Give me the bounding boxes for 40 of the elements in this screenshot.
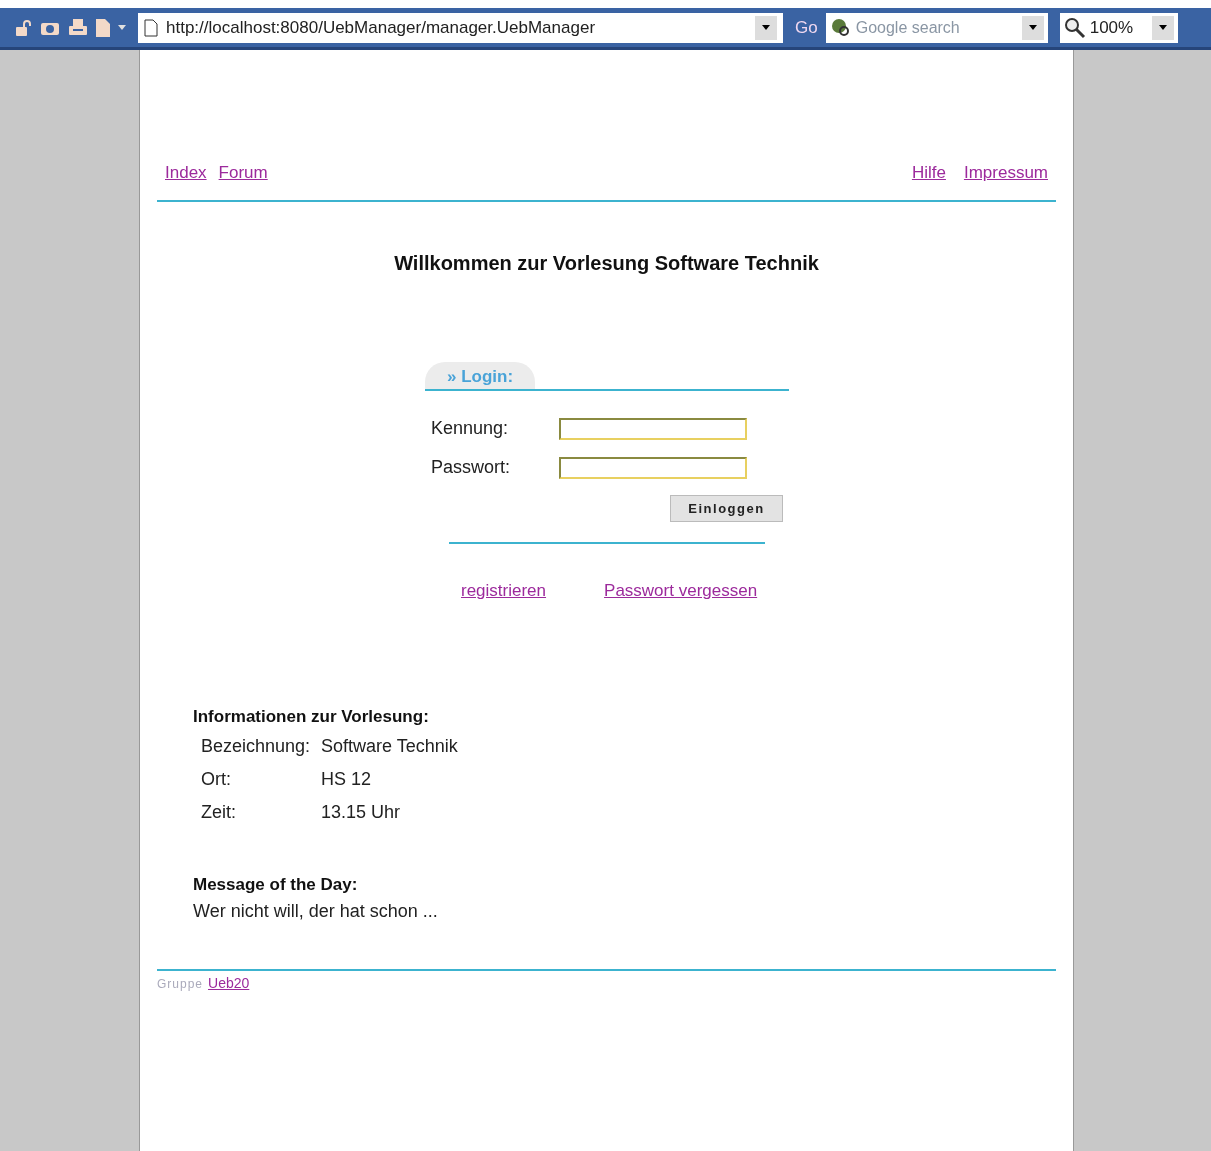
- search-field[interactable]: Google search: [855, 12, 1022, 43]
- zoom-level: 100%: [1089, 16, 1135, 39]
- section-title: Message of the Day:: [193, 874, 359, 896]
- section-title: Informationen zur Vorlesung:: [193, 705, 430, 728]
- info-label: Ort:: [201, 768, 232, 791]
- caret-icon: [1158, 25, 1167, 30]
- info-label: Bezeichnung:: [201, 735, 312, 758]
- dropdown-button[interactable]: [1021, 15, 1044, 40]
- caret-icon: [762, 25, 770, 30]
- dropdown-button[interactable]: [755, 15, 777, 40]
- dropdown-button[interactable]: [1151, 15, 1174, 40]
- link[interactable]: Passwort vergessen: [604, 578, 758, 604]
- footer-link[interactable]: Ueb20: [208, 972, 250, 994]
- unlock-icon[interactable]: [14, 18, 32, 37]
- page-heading: Willkommen zur Vorlesung Software Technik: [393, 250, 820, 276]
- go-button[interactable]: Go: [791, 14, 822, 41]
- login-button[interactable]: Einloggen: [670, 495, 783, 522]
- nav-link[interactable]: Hilfe: [911, 160, 946, 186]
- input-field[interactable]: [559, 417, 747, 440]
- globe-search-icon[interactable]: [829, 16, 852, 39]
- document-icon[interactable]: [96, 18, 110, 37]
- info-value: 13.15 Uhr: [321, 801, 401, 824]
- message-text: Wer nicht will, der hat schon ...: [193, 899, 439, 923]
- info-value: HS 12: [321, 768, 372, 791]
- caret-icon: [1028, 25, 1037, 30]
- print-icon[interactable]: [68, 17, 88, 38]
- address-field[interactable]: http://localhost:8080/UebManager/manager.UebManager: [138, 12, 783, 43]
- dropdown-icon[interactable]: [118, 25, 126, 30]
- field-label: Kennung:: [430, 417, 510, 440]
- info-value: Software Technik: [321, 735, 458, 758]
- link[interactable]: registrieren: [461, 578, 547, 604]
- field-label: Passwort:: [430, 456, 512, 479]
- magnifier-icon[interactable]: [1063, 16, 1086, 39]
- info-label: Zeit:: [201, 801, 237, 824]
- input-field[interactable]: [559, 456, 747, 479]
- nav-link[interactable]: Impressum: [963, 160, 1048, 186]
- page-icon: [144, 18, 158, 37]
- footer-text: Gruppe: [157, 975, 204, 993]
- nav-link[interactable]: Forum: [218, 160, 268, 186]
- nav-link[interactable]: Index: [165, 160, 207, 186]
